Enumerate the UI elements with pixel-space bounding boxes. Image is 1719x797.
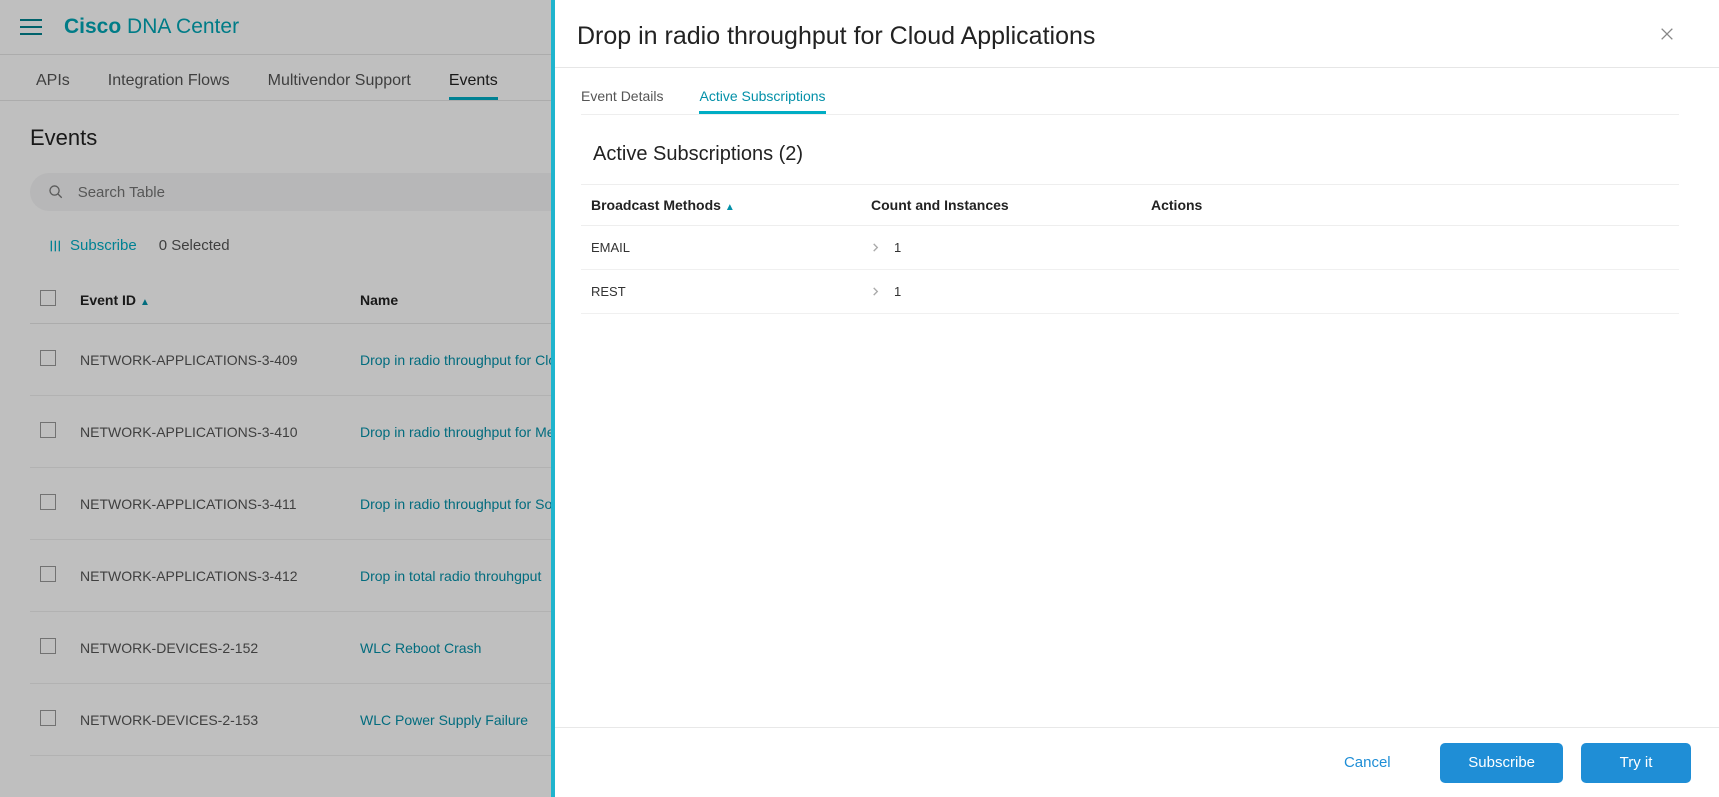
subtab-event-details[interactable]: Event Details — [581, 80, 663, 114]
col-broadcast-methods[interactable]: Broadcast Methods▲ — [581, 185, 861, 226]
table-row: REST1 — [581, 270, 1679, 314]
close-icon[interactable] — [1655, 22, 1679, 51]
subscribe-button[interactable]: Subscribe — [1440, 743, 1563, 783]
cancel-button[interactable]: Cancel — [1312, 743, 1422, 783]
actions-cell — [1141, 226, 1679, 270]
panel-title: Drop in radio throughput for Cloud Appli… — [577, 22, 1095, 51]
count-cell: 1 — [861, 226, 1141, 270]
col-actions: Actions — [1141, 185, 1679, 226]
broadcast-method: REST — [581, 270, 861, 314]
sort-asc-icon: ▲ — [725, 202, 735, 213]
col-count-instances[interactable]: Count and Instances — [861, 185, 1141, 226]
subtab-active-subscriptions[interactable]: Active Subscriptions — [699, 80, 825, 114]
table-row: EMAIL1 — [581, 226, 1679, 270]
detail-panel: Drop in radio throughput for Cloud Appli… — [551, 0, 1719, 797]
actions-cell — [1141, 270, 1679, 314]
chevron-right-icon[interactable] — [871, 240, 880, 255]
chevron-right-icon[interactable] — [871, 284, 880, 299]
try-it-button[interactable]: Try it — [1581, 743, 1691, 783]
count-cell: 1 — [861, 270, 1141, 314]
active-subs-heading: Active Subscriptions (2) — [593, 143, 1679, 166]
panel-subtabs: Event Details Active Subscriptions — [581, 68, 1679, 115]
broadcast-method: EMAIL — [581, 226, 861, 270]
